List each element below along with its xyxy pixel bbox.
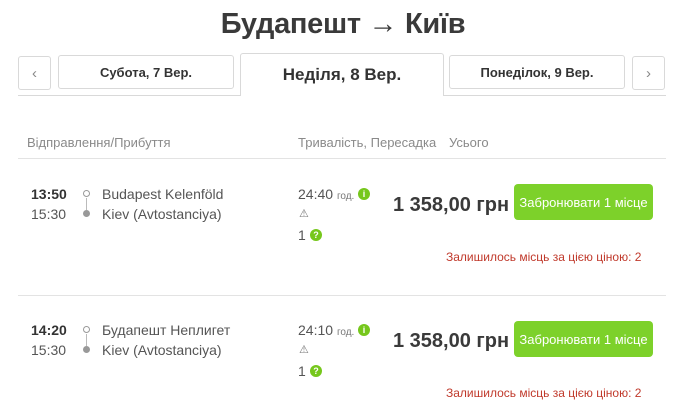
tab-underline-left: [18, 95, 240, 96]
info-icon[interactable]: i: [358, 324, 370, 336]
route-end-dot: [83, 210, 90, 217]
column-header-total: Усього: [449, 135, 489, 150]
departure-time: 14:20: [31, 322, 67, 338]
route-line: [86, 198, 87, 210]
departure-time: 13:50: [31, 186, 67, 202]
to-station[interactable]: Kiev (Avtostanciya): [102, 342, 222, 358]
seats-left-note: Залишилось місць за цією ціною: 2: [446, 250, 642, 264]
prev-day-arrow-button[interactable]: ‹: [18, 56, 51, 90]
arrival-time: 15:30: [31, 342, 67, 358]
warning-icon[interactable]: ⚠: [299, 343, 309, 356]
tab-next-day[interactable]: Понеділок, 9 Вер.: [449, 55, 625, 89]
page-title: Будапешт → Київ: [220, 8, 466, 40]
arrival-time: 15:30: [31, 206, 67, 222]
route-start-dot: [83, 326, 90, 333]
trip-price: 1 358,00 грн: [393, 194, 510, 216]
column-header-duration-transfer: Тривалість, Пересадка: [298, 135, 437, 150]
route-start-dot: [83, 190, 90, 197]
info-icon[interactable]: i: [358, 188, 370, 200]
book-seat-button[interactable]: Забронювати 1 місце: [514, 184, 653, 220]
book-seat-button[interactable]: Забронювати 1 місце: [514, 321, 653, 357]
route-end-dot: [83, 346, 90, 353]
seats-left-note: Залишилось місць за цією ціною: 2: [446, 386, 642, 400]
trip-price: 1 358,00 грн: [393, 330, 510, 352]
help-icon[interactable]: ?: [310, 365, 322, 377]
route-line: [86, 334, 87, 346]
trip-duration: 24:10 год.: [298, 322, 355, 338]
divider: [18, 158, 666, 159]
transfer-count: 1: [298, 227, 306, 243]
trip-duration: 24:40 год.: [298, 186, 355, 202]
to-station[interactable]: Kiev (Avtostanciya): [102, 206, 222, 222]
tab-current-day[interactable]: Неділя, 8 Вер.: [240, 53, 444, 96]
next-day-arrow-button[interactable]: ›: [632, 56, 665, 90]
column-header-departure-arrival: Відправлення/Прибуття: [27, 135, 171, 150]
transfer-count: 1: [298, 363, 306, 379]
help-icon[interactable]: ?: [310, 229, 322, 241]
from-station[interactable]: Будапешт Неплигет: [102, 322, 230, 338]
from-station[interactable]: Budapest Kelenföld: [102, 186, 223, 202]
divider: [18, 295, 666, 296]
warning-icon[interactable]: ⚠: [299, 207, 309, 220]
tab-prev-day[interactable]: Субота, 7 Вер.: [58, 55, 234, 89]
tab-underline-right: [444, 95, 666, 96]
